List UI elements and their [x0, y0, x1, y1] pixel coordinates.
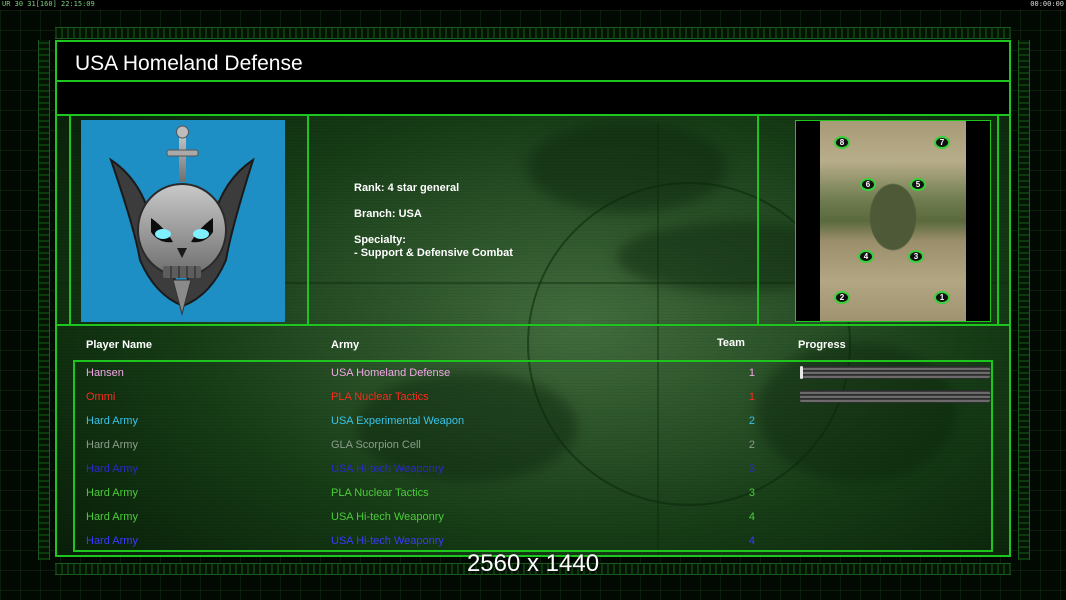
general-details: Rank: 4 star general Branch: USA Special… [354, 182, 513, 273]
skull-sword-emblem-icon [109, 125, 255, 316]
header-player-name: Player Name [86, 339, 153, 351]
frame-edge-top [55, 27, 1011, 39]
general-portrait [81, 120, 285, 322]
player-team: 1 [748, 367, 755, 379]
player-list: Hansen USA Homeland Defense 1 Ommi PLA Nucle… [73, 360, 993, 552]
player-army: USA Hi-tech Weaponry [331, 535, 444, 547]
spawn-marker: 6 [860, 178, 876, 191]
spawn-marker: 3 [908, 250, 924, 263]
hud-status-left: UR 30 31[160] 22:15:09 [2, 0, 95, 8]
player-row: Hard Army PLA Nuclear Tactics 3 [75, 482, 991, 506]
spawn-marker: 4 [858, 250, 874, 263]
title-bar: USA Homeland Defense [57, 42, 1009, 82]
player-row: Hard Army USA Hi-tech Weaponry 3 [75, 458, 991, 482]
rank-text: Rank: 4 star general [354, 182, 460, 194]
minimap: 8 7 6 5 4 3 2 1 [820, 121, 966, 321]
spawn-marker: 1 [934, 291, 950, 304]
player-team: 2 [748, 415, 755, 427]
loading-progress-bar [800, 390, 990, 403]
header-team: Team [717, 337, 745, 349]
header-army: Army [331, 339, 360, 351]
branch-text: Branch: USA [354, 208, 422, 220]
player-name: Hard Army [86, 535, 138, 547]
player-army: USA Hi-tech Weaponry [331, 511, 444, 523]
player-name: Hard Army [86, 439, 138, 451]
page-title: USA Homeland Defense [75, 52, 303, 75]
resolution-label: 2560 x 1440 [466, 550, 600, 577]
loading-screen-panel: USA Homeland Defense Rank: 4 star genera… [55, 40, 1011, 557]
player-name: Hansen [86, 367, 124, 379]
frame-edge-left [38, 40, 50, 560]
player-name: Ommi [86, 391, 116, 403]
frame-edge-right [1018, 40, 1030, 560]
player-row: Hard Army USA Hi-tech Weaponry 4 [75, 506, 991, 530]
player-army: USA Homeland Defense [331, 367, 451, 379]
spawn-marker: 8 [834, 136, 850, 149]
player-army: PLA Nuclear Tactics [331, 487, 429, 499]
player-team: 4 [748, 511, 755, 523]
loading-progress-fill [800, 366, 803, 379]
divider [69, 116, 71, 324]
divider [307, 116, 309, 324]
player-team: 1 [748, 391, 755, 403]
player-army: PLA Nuclear Tactics [331, 391, 429, 403]
player-army: USA Experimental Weapon [331, 415, 465, 427]
player-name: Hard Army [86, 415, 138, 427]
divider [757, 116, 759, 324]
spawn-marker: 2 [834, 291, 850, 304]
player-row: Hard Army GLA Scorpion Cell 2 [75, 434, 991, 458]
player-row: Ommi PLA Nuclear Tactics 1 [75, 386, 991, 410]
player-name: Hard Army [86, 487, 138, 499]
player-team: 3 [748, 463, 755, 475]
player-team: 4 [748, 535, 755, 547]
player-team: 2 [748, 439, 755, 451]
spawn-marker: 7 [934, 136, 950, 149]
player-army: USA Hi-tech Weaponry [331, 463, 444, 475]
spawn-marker: 5 [910, 178, 926, 191]
loading-progress-bar [800, 366, 990, 379]
player-row: Hard Army USA Experimental Weapon 2 [75, 410, 991, 434]
minimap-frame: 8 7 6 5 4 3 2 1 [795, 120, 991, 322]
subtitle-bar [57, 82, 1009, 116]
hud-clock: 00:00:00 [1030, 0, 1064, 8]
specialty-value: - Support & Defensive Combat [354, 247, 513, 259]
header-progress: Progress [798, 339, 846, 351]
general-info-row: Rank: 4 star general Branch: USA Special… [57, 116, 1009, 326]
specialty-label: Specialty: [354, 234, 406, 246]
player-team: 3 [748, 487, 755, 499]
player-row: Hansen USA Homeland Defense 1 [75, 362, 991, 386]
player-name: Hard Army [86, 463, 138, 475]
player-name: Hard Army [86, 511, 138, 523]
divider [997, 116, 999, 324]
player-army: GLA Scorpion Cell [331, 439, 421, 451]
